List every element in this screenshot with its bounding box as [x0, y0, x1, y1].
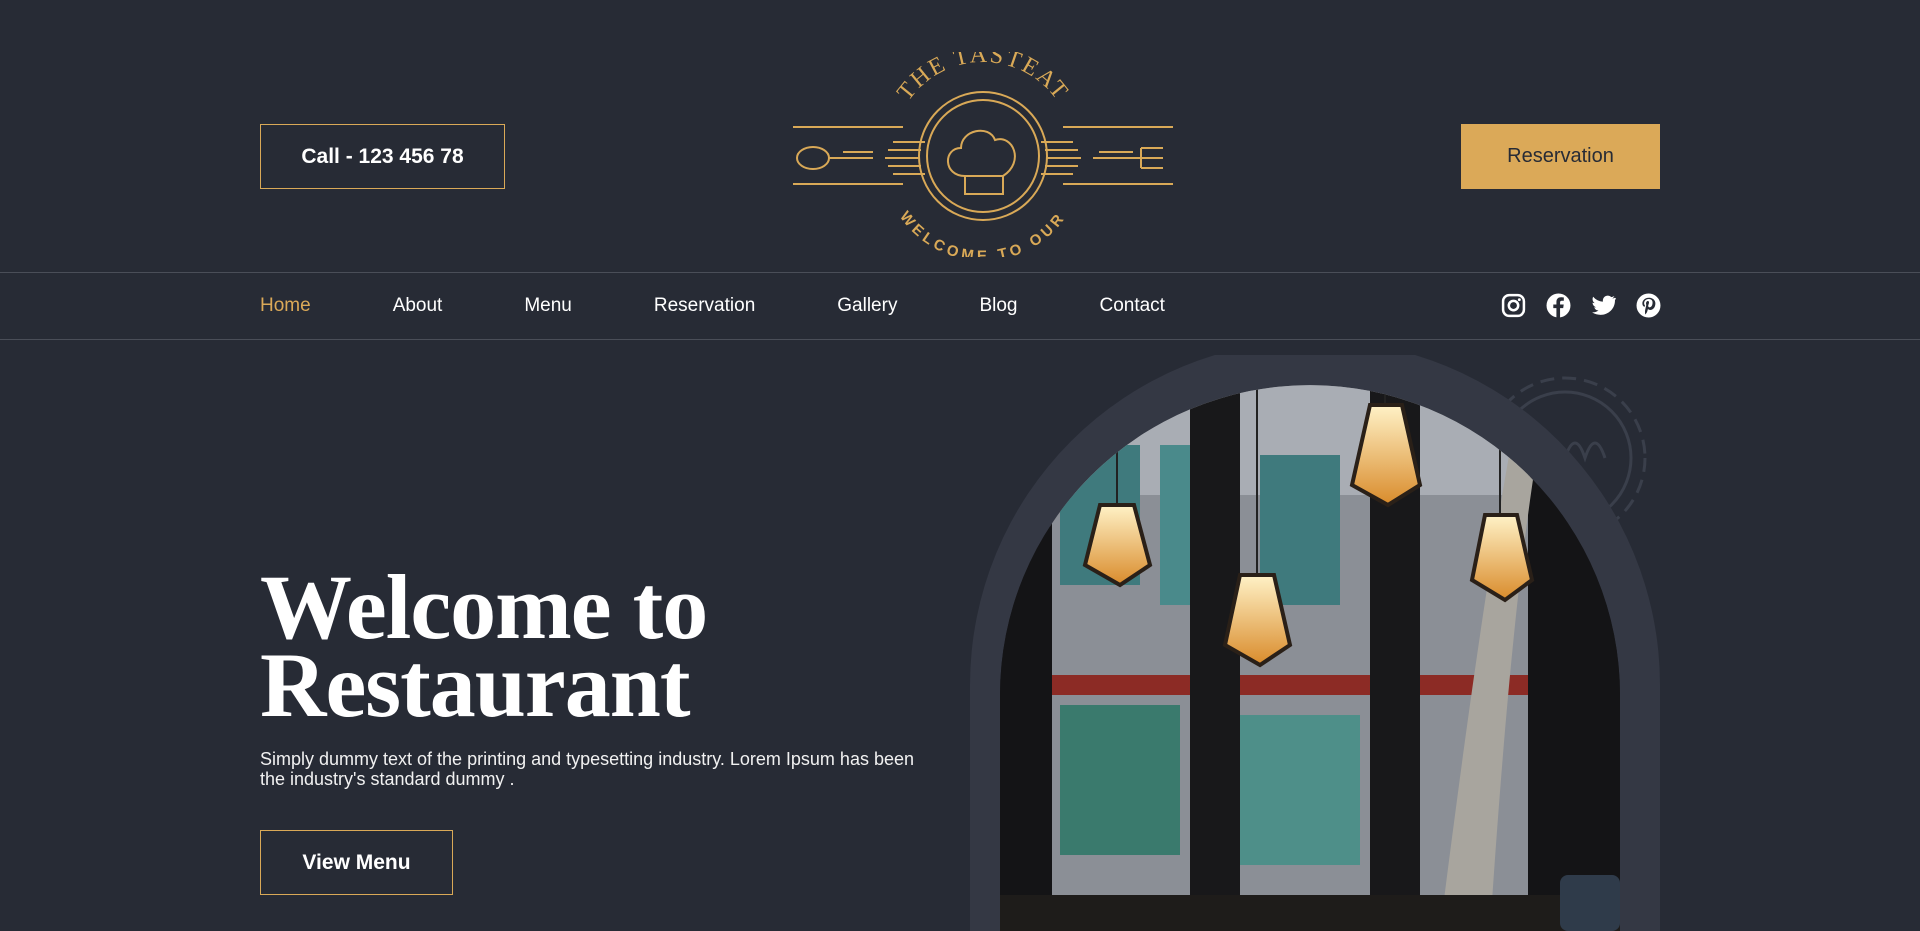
nav-item-about[interactable]: About	[393, 295, 443, 317]
nav-item-menu[interactable]: Menu	[524, 295, 572, 317]
view-menu-button[interactable]: View Menu	[260, 830, 453, 895]
nav-item-blog[interactable]: Blog	[979, 295, 1017, 317]
header-top: Call - 123 456 78 THE TASTEAT WELCOME TO…	[0, 0, 1920, 272]
restaurant-logo[interactable]: THE TASTEAT WELCOME TO OUR	[793, 52, 1173, 257]
instagram-icon[interactable]	[1501, 293, 1526, 318]
svg-text:THE TASTEAT: THE TASTEAT	[892, 52, 1073, 106]
reservation-button[interactable]: Reservation	[1461, 124, 1660, 189]
pinterest-icon[interactable]	[1636, 293, 1661, 318]
social-links	[1501, 293, 1661, 318]
main-nav: Home About Menu Reservation Gallery Blog…	[0, 272, 1920, 340]
nav-item-home[interactable]: Home	[260, 295, 311, 317]
svg-text:WELCOME TO OUR: WELCOME TO OUR	[896, 208, 1069, 257]
restaurant-interior-image	[970, 355, 1660, 931]
logo-top-text: THE TASTEAT	[892, 52, 1071, 106]
twitter-icon[interactable]	[1591, 293, 1616, 318]
nav-links: Home About Menu Reservation Gallery Blog…	[260, 273, 1247, 339]
hero-description: Simply dummy text of the printing and ty…	[260, 749, 914, 789]
call-button[interactable]: Call - 123 456 78	[260, 124, 505, 189]
logo-bottom-text: WELCOME TO OUR	[896, 208, 1065, 257]
nav-item-contact[interactable]: Contact	[1099, 295, 1164, 317]
nav-item-gallery[interactable]: Gallery	[837, 295, 897, 317]
hero-image-arch	[960, 355, 1660, 931]
nav-item-reservation[interactable]: Reservation	[654, 295, 755, 317]
hero-title-line2: Restaurant	[260, 634, 691, 736]
hero-title: Welcome to Restaurant	[260, 561, 960, 731]
facebook-icon[interactable]	[1546, 293, 1571, 318]
